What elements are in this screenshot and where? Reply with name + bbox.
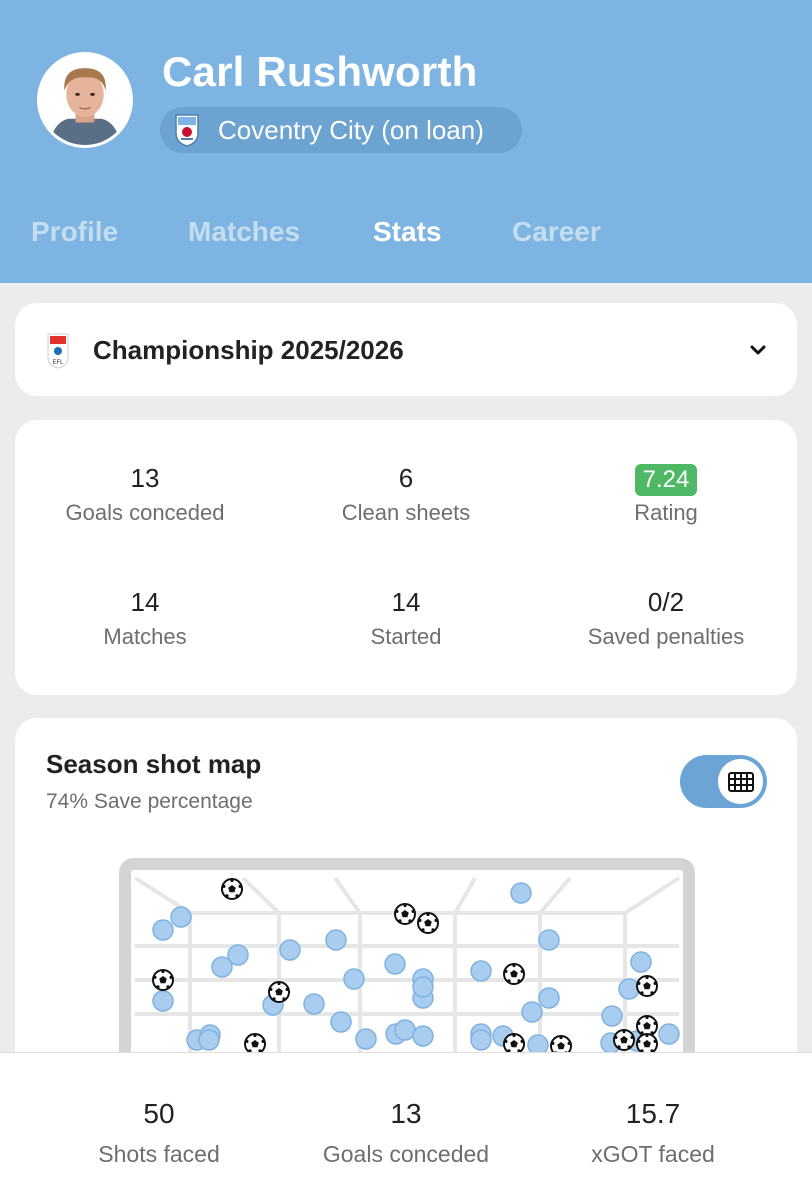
saved-shot-marker[interactable]	[394, 1019, 416, 1041]
player-name: Carl Rushworth	[162, 48, 478, 95]
summary-value: 15.7	[625, 1098, 681, 1129]
goal-ball-icon[interactable]	[636, 975, 658, 997]
saved-shot-marker[interactable]	[510, 882, 532, 904]
saved-shot-marker[interactable]	[279, 939, 301, 961]
stat-label: Rating	[634, 500, 698, 525]
tab-stats[interactable]: Stats	[373, 216, 441, 248]
saved-shot-marker[interactable]	[303, 993, 325, 1015]
summary-value: 13	[390, 1098, 422, 1129]
shot-map-title: Season shot map	[46, 749, 262, 779]
stat-value: 14	[130, 587, 160, 617]
saved-shot-marker[interactable]	[538, 929, 560, 951]
team-name: Coventry City (on loan)	[218, 114, 484, 145]
summary-label: Shots faced	[98, 1141, 220, 1167]
stat-matches: 14 Matches	[15, 586, 275, 650]
saved-shot-marker[interactable]	[470, 960, 492, 982]
coventry-badge-icon	[175, 114, 199, 147]
goal-ball-icon[interactable]	[268, 981, 290, 1003]
toggle-knob	[718, 759, 763, 804]
goal-net-icon	[727, 771, 754, 792]
tab-matches[interactable]: Matches	[188, 216, 300, 248]
goal-ball-icon[interactable]	[417, 912, 439, 934]
summary-label: xGOT faced	[591, 1141, 715, 1167]
shot-markers	[152, 878, 680, 1057]
save-percentage: 74% Save percentage	[46, 790, 253, 813]
saved-shot-marker[interactable]	[538, 987, 560, 1009]
player-photo	[40, 55, 130, 145]
stat-label: Goals conceded	[65, 500, 225, 525]
goal-ball-icon[interactable]	[636, 1033, 658, 1055]
stat-label: Saved penalties	[587, 624, 745, 649]
goal-ball-icon[interactable]	[244, 1033, 266, 1055]
saved-shot-marker[interactable]	[470, 1029, 492, 1051]
player-avatar	[37, 52, 133, 148]
shot-summary-panel: 50 Shots faced 13 Goals conceded 15.7 xG…	[0, 1052, 812, 1200]
tab-bar: Profile Matches Stats Career	[0, 216, 812, 260]
summary-shots-faced: 50 Shots faced	[39, 1097, 279, 1168]
league-name: Championship 2025/2026	[93, 335, 404, 365]
goal-ball-icon[interactable]	[503, 963, 525, 985]
stat-goals-conceded: 13 Goals conceded	[15, 462, 275, 526]
summary-xgot-faced: 15.7 xGOT faced	[533, 1097, 773, 1168]
stat-saved-penalties: 0/2 Saved penalties	[536, 586, 796, 650]
stat-value: 0/2	[647, 587, 685, 617]
summary-label: Goals conceded	[322, 1141, 490, 1167]
shot-map-view-toggle[interactable]	[680, 755, 767, 808]
saved-shot-marker[interactable]	[618, 978, 640, 1000]
saved-shot-marker[interactable]	[152, 919, 174, 941]
goal-ball-icon[interactable]	[503, 1033, 525, 1055]
league-selector[interactable]: EFL Championship 2025/2026	[15, 303, 797, 396]
season-stats-card: 13 Goals conceded 6 Clean sheets 7.24 Ra…	[15, 420, 797, 695]
player-header: Carl Rushworth Coventry City (on loan) P…	[0, 0, 812, 283]
saved-shot-marker[interactable]	[325, 929, 347, 951]
saved-shot-marker[interactable]	[601, 1005, 623, 1027]
saved-shot-marker[interactable]	[152, 990, 174, 1012]
chevron-down-icon[interactable]	[747, 339, 769, 361]
stat-clean-sheets: 6 Clean sheets	[276, 462, 536, 526]
saved-shot-marker[interactable]	[630, 951, 652, 973]
goal-ball-icon[interactable]	[152, 969, 174, 991]
saved-shot-marker[interactable]	[412, 1025, 434, 1047]
saved-shot-marker[interactable]	[211, 956, 233, 978]
goal-ball-icon[interactable]	[221, 878, 243, 900]
saved-shot-marker[interactable]	[170, 906, 192, 928]
championship-logo-icon: EFL	[47, 333, 69, 369]
saved-shot-marker[interactable]	[343, 968, 365, 990]
tab-profile[interactable]: Profile	[31, 216, 118, 248]
saved-shot-marker[interactable]	[384, 953, 406, 975]
saved-shot-marker[interactable]	[330, 1011, 352, 1033]
saved-shot-marker[interactable]	[198, 1029, 220, 1051]
stat-label: Clean sheets	[341, 500, 471, 525]
goal-ball-icon[interactable]	[636, 1015, 658, 1037]
league-logo-text: EFL	[52, 360, 64, 366]
summary-value: 50	[143, 1098, 175, 1129]
goal-ball-icon[interactable]	[613, 1029, 635, 1051]
stat-value: 13	[130, 463, 160, 493]
stat-value: 14	[391, 587, 421, 617]
stat-label: Matches	[103, 624, 187, 649]
saved-shot-marker[interactable]	[521, 1001, 543, 1023]
goal-ball-icon[interactable]	[394, 903, 416, 925]
summary-goals-conceded: 13 Goals conceded	[286, 1097, 526, 1168]
saved-shot-marker[interactable]	[412, 976, 434, 998]
stat-label: Started	[370, 624, 442, 649]
rating-badge: 7.24	[634, 464, 698, 496]
stat-rating: 7.24 Rating	[536, 462, 796, 526]
saved-shot-marker[interactable]	[658, 1023, 680, 1045]
saved-shot-marker[interactable]	[355, 1028, 377, 1050]
tab-career[interactable]: Career	[512, 216, 601, 248]
stat-started: 14 Started	[276, 586, 536, 650]
team-link[interactable]: Coventry City (on loan)	[160, 107, 522, 153]
stat-value: 6	[398, 463, 414, 493]
